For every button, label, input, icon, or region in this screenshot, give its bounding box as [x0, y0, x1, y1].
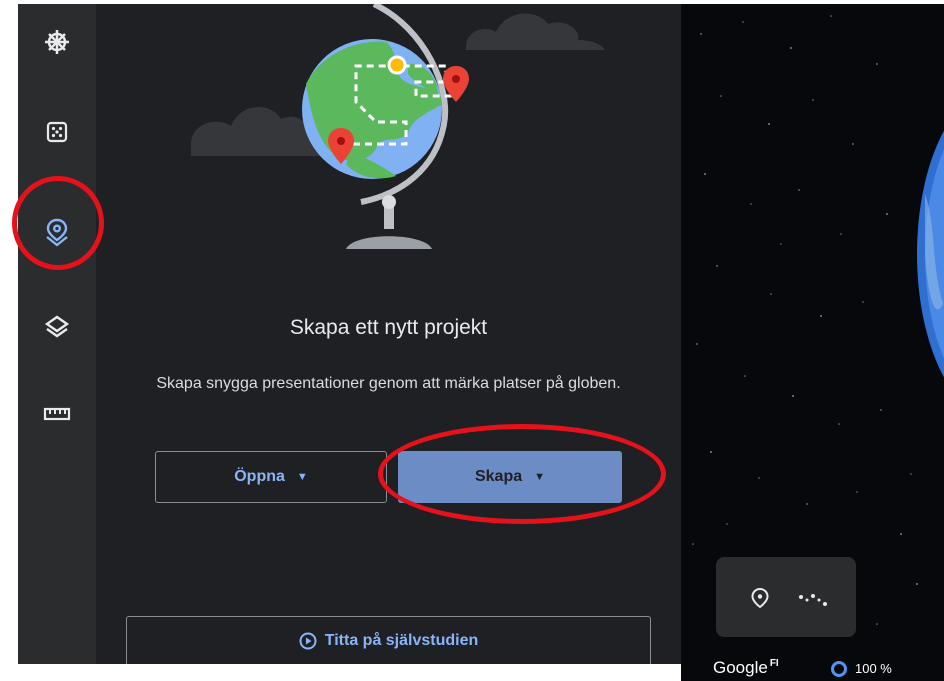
google-logo: Google FI — [713, 658, 779, 677]
zoom-level: 100 % — [855, 661, 892, 676]
caret-down-icon: ▼ — [296, 471, 308, 483]
ruler-icon[interactable] — [37, 394, 77, 434]
tutorial-button[interactable]: Titta på självstudien — [126, 616, 651, 664]
place-pin-icon[interactable] — [749, 587, 771, 609]
projects-panel: Skapa ett nytt projekt Skapa snygga pres… — [96, 4, 681, 664]
earth-view[interactable] — [681, 4, 944, 664]
status-bar: Google FI 100 % — [681, 650, 944, 681]
create-button[interactable]: Skapa ▼ — [398, 451, 622, 503]
tutorial-button-label: Titta på självstudien — [324, 632, 479, 649]
map-tools — [716, 557, 856, 637]
zoom-ring-icon — [831, 661, 847, 677]
panel-title: Skapa ett nytt projekt — [289, 316, 488, 339]
left-border — [0, 0, 18, 681]
play-circle-icon — [299, 632, 317, 650]
side-rail — [18, 4, 96, 664]
path-line-icon[interactable] — [798, 593, 828, 607]
projects-pin-icon[interactable] — [37, 212, 77, 252]
dice-icon[interactable] — [37, 112, 77, 152]
open-button[interactable]: Öppna ▼ — [155, 451, 387, 503]
panel-description: Skapa snygga presentationer genom att mä… — [156, 375, 621, 392]
layers-icon[interactable] — [37, 307, 77, 347]
compass-icon[interactable] — [37, 22, 77, 62]
globe-illustration — [191, 4, 605, 249]
cloud-right-shape — [466, 13, 605, 50]
open-button-label: Öppna — [234, 468, 285, 485]
create-button-label: Skapa — [474, 468, 523, 485]
caret-down-icon: ▼ — [534, 471, 546, 483]
